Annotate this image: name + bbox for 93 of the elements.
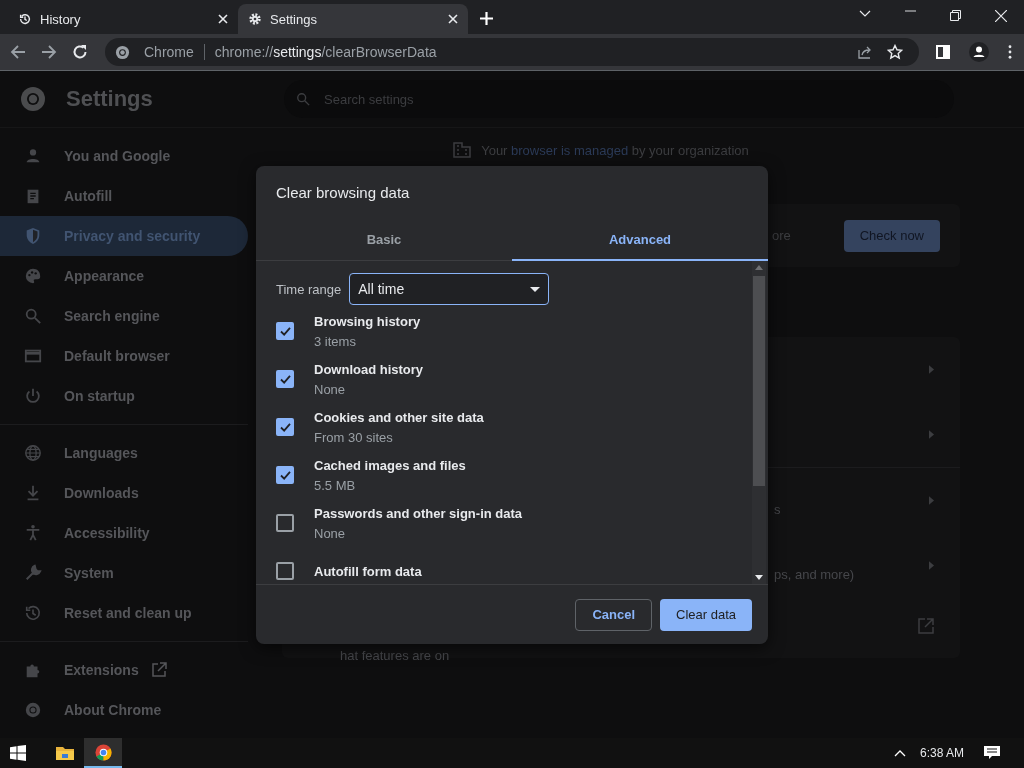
- star-icon[interactable]: [887, 44, 903, 60]
- sidebar-item[interactable]: Appearance: [0, 256, 248, 296]
- sidebar-item[interactable]: Downloads: [0, 473, 248, 513]
- checkbox[interactable]: [276, 562, 294, 580]
- history-icon: [18, 12, 32, 26]
- new-tab-icon[interactable]: [480, 12, 493, 25]
- close-icon[interactable]: [995, 10, 1007, 22]
- side-panel-icon[interactable]: [936, 45, 950, 59]
- palette-icon: [24, 267, 42, 285]
- menu-icon[interactable]: [1008, 45, 1012, 59]
- checkmark-icon: [279, 470, 291, 480]
- chevron-down-icon[interactable]: [859, 10, 871, 18]
- item-title: Passwords and other sign-in data: [314, 505, 523, 521]
- checkbox[interactable]: [276, 370, 294, 388]
- sidebar-item[interactable]: System: [0, 553, 248, 593]
- address-bar[interactable]: Chrome chrome://settings/clearBrowserData: [105, 38, 919, 66]
- sidebar-item[interactable]: Search engine: [0, 296, 248, 336]
- page-title: Settings: [66, 86, 153, 112]
- item-title: Download history: [314, 361, 424, 377]
- gear-icon: [248, 12, 262, 26]
- sidebar-item[interactable]: Autofill: [0, 176, 248, 216]
- scroll-down-arrow-icon[interactable]: [755, 575, 763, 580]
- forward-arrow-icon[interactable]: [41, 44, 57, 60]
- search-icon: [296, 92, 310, 106]
- time-range-dropdown[interactable]: All time: [349, 273, 550, 305]
- chrome-taskbar-button[interactable]: [84, 738, 122, 768]
- sidebar-item[interactable]: Extensions: [0, 650, 248, 690]
- building-icon: [453, 142, 472, 158]
- item-detail: None: [314, 525, 347, 541]
- sidebar-item[interactable]: About Chrome: [0, 690, 248, 730]
- browser-icon: [24, 347, 42, 365]
- checkbox[interactable]: [276, 322, 294, 340]
- sidebar-item[interactable]: Privacy and security: [0, 216, 248, 256]
- browser-tab[interactable]: History: [8, 4, 238, 34]
- row-text: ps, and more): [774, 566, 856, 582]
- restore-icon[interactable]: [950, 10, 961, 21]
- checkmark-icon: [279, 374, 291, 384]
- sidebar-item[interactable]: Languages: [0, 433, 248, 473]
- back-arrow-icon[interactable]: [10, 44, 26, 60]
- scrollbar[interactable]: [752, 261, 766, 584]
- site-label: Chrome: [144, 44, 194, 60]
- reload-icon[interactable]: [72, 44, 88, 60]
- item-title: Cookies and other site data: [314, 409, 484, 425]
- shield-icon: [24, 227, 42, 245]
- dialog-tab[interactable]: Advanced: [512, 220, 768, 261]
- tab-title: Settings: [270, 11, 318, 27]
- clear-data-button[interactable]: Clear data: [660, 598, 752, 631]
- tab-title: History: [40, 11, 82, 27]
- checkbox[interactable]: [276, 466, 294, 484]
- row-text: hat features are on: [340, 647, 451, 663]
- search-icon: [24, 307, 42, 325]
- dialog-title: Clear browsing data: [275, 183, 411, 203]
- check-now-button[interactable]: Check now: [843, 219, 940, 252]
- item-detail: 5.5 MB: [314, 477, 357, 493]
- sidebar-item[interactable]: Default browser: [0, 336, 248, 376]
- checkbox[interactable]: [276, 514, 294, 532]
- sidebar-item[interactable]: Reset and clean up: [0, 593, 248, 633]
- chevron-up-icon[interactable]: [893, 749, 906, 757]
- item-detail: None: [314, 381, 347, 397]
- sidebar-item[interactable]: You and Google: [0, 136, 248, 176]
- globe-icon: [24, 444, 42, 462]
- wrench-icon: [24, 564, 42, 582]
- close-icon[interactable]: [448, 14, 458, 24]
- person-icon: [24, 147, 42, 165]
- notification-icon[interactable]: [984, 745, 1000, 761]
- power-icon: [24, 387, 42, 405]
- checkmark-icon: [279, 422, 291, 432]
- item-title: Cached images and files: [314, 457, 466, 473]
- external-link-icon: [150, 662, 167, 678]
- windows-start-icon[interactable]: [10, 745, 26, 761]
- browser-tab[interactable]: Settings: [238, 4, 468, 34]
- profile-icon[interactable]: [969, 42, 989, 62]
- managed-link[interactable]: browser is managed: [511, 142, 629, 158]
- url-text: chrome://settings/clearBrowserData: [214, 44, 437, 60]
- history-icon: [24, 604, 42, 622]
- checkbox[interactable]: [276, 418, 294, 436]
- clock[interactable]: 6:38 AM: [919, 746, 964, 760]
- item-title: Browsing history: [314, 313, 421, 329]
- access-icon: [24, 524, 42, 542]
- sidebar-item[interactable]: Accessibility: [0, 513, 248, 553]
- checkmark-icon: [279, 326, 291, 336]
- item-title: Autofill form data: [314, 563, 422, 579]
- close-icon[interactable]: [218, 14, 228, 24]
- item-detail: From 30 sites: [314, 429, 394, 445]
- time-range-label: Time range: [276, 281, 342, 297]
- dialog-tab[interactable]: Basic: [256, 220, 512, 261]
- share-icon[interactable]: [857, 44, 873, 60]
- folder-icon: [56, 746, 74, 760]
- cancel-button[interactable]: Cancel: [575, 598, 652, 631]
- scroll-up-arrow-icon[interactable]: [755, 265, 763, 270]
- item-detail: 3 items: [314, 333, 357, 349]
- sidebar-item[interactable]: On startup: [0, 376, 248, 416]
- dropdown-caret-icon: [530, 286, 541, 292]
